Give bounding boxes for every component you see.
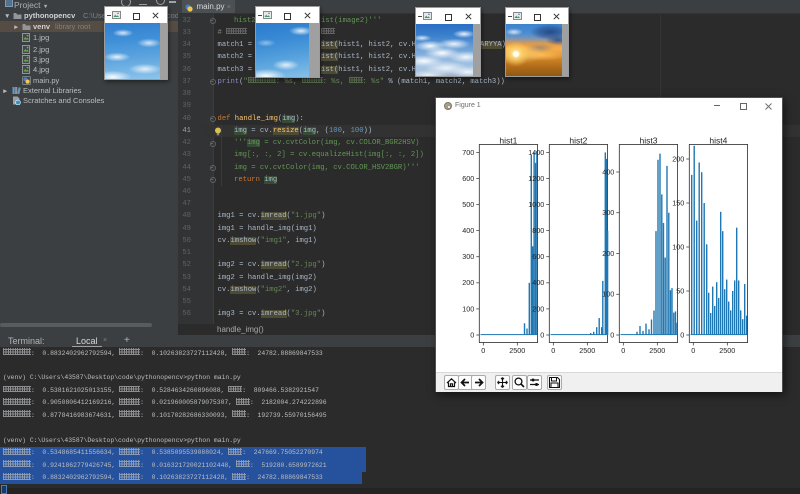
svg-text:700: 700 <box>462 148 474 157</box>
svg-text:400: 400 <box>532 278 544 287</box>
svg-text:0: 0 <box>621 346 625 355</box>
svg-text:2500: 2500 <box>509 346 525 355</box>
svg-text:50: 50 <box>676 286 684 295</box>
svg-text:0: 0 <box>551 346 555 355</box>
svg-text:100: 100 <box>462 304 474 313</box>
svg-text:2500: 2500 <box>649 346 665 355</box>
svg-text:0: 0 <box>680 330 684 339</box>
svg-text:100: 100 <box>672 242 684 251</box>
svg-text:hist1: hist1 <box>499 136 517 146</box>
svg-text:600: 600 <box>532 252 544 261</box>
svg-text:1200: 1200 <box>528 174 544 183</box>
svg-text:500: 500 <box>462 200 474 209</box>
svg-text:800: 800 <box>532 226 544 235</box>
svg-text:200: 200 <box>462 278 474 287</box>
svg-text:150: 150 <box>672 198 684 207</box>
svg-text:0: 0 <box>610 330 614 339</box>
svg-text:200: 200 <box>532 304 544 313</box>
svg-text:200: 200 <box>672 154 684 163</box>
svg-text:400: 400 <box>462 226 474 235</box>
svg-text:2500: 2500 <box>719 346 735 355</box>
svg-text:0: 0 <box>691 346 695 355</box>
svg-text:0: 0 <box>540 330 544 339</box>
svg-text:600: 600 <box>462 174 474 183</box>
svg-text:hist3: hist3 <box>640 136 658 146</box>
svg-text:1400: 1400 <box>528 148 544 157</box>
svg-text:1000: 1000 <box>528 200 544 209</box>
svg-text:300: 300 <box>462 252 474 261</box>
svg-text:200: 200 <box>602 249 614 258</box>
svg-text:0: 0 <box>470 330 474 339</box>
svg-text:400: 400 <box>602 167 614 176</box>
svg-text:0: 0 <box>481 346 485 355</box>
svg-text:100: 100 <box>602 290 614 299</box>
svg-text:hist4: hist4 <box>709 136 727 146</box>
svg-text:hist2: hist2 <box>569 136 587 146</box>
svg-text:2500: 2500 <box>579 346 595 355</box>
svg-text:300: 300 <box>602 208 614 217</box>
